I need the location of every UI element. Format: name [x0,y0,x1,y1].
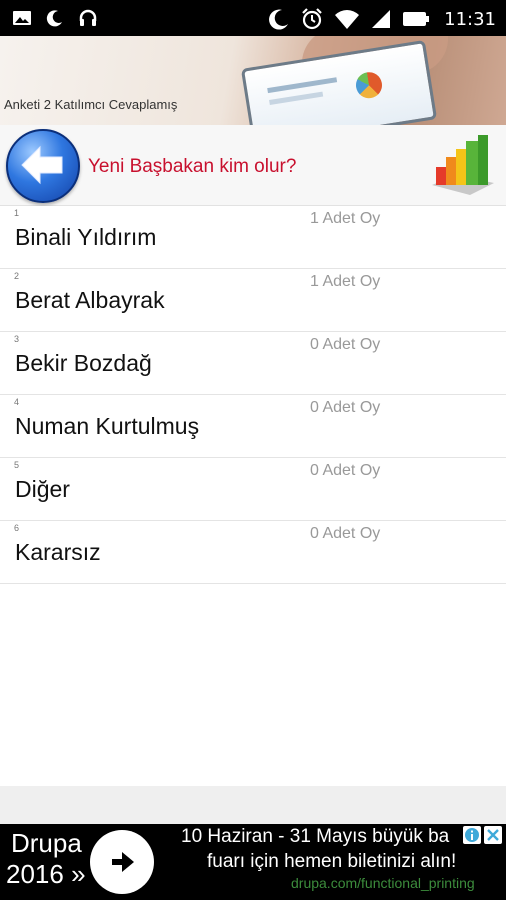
moon-icon [46,10,62,27]
wifi-icon [335,10,360,29]
option-votes: 1 Adet Oy [310,210,381,227]
option-name: Diğer [15,476,70,502]
signal-icon [372,10,391,28]
list-item[interactable]: 6 Kararsız 0 Adet Oy [0,521,506,584]
tablet-pie-chart [354,70,384,101]
participant-count-text: Anketi 2 Katılımcı Cevaplamış [4,97,178,112]
status-bar-left [12,8,98,28]
bottom-strip [0,786,506,824]
option-name: Bekir Bozdağ [15,350,152,376]
ad-go-button[interactable] [90,830,154,894]
option-index: 4 [14,397,20,407]
option-votes: 0 Adet Oy [310,336,381,353]
option-index: 5 [14,460,20,470]
banner-tablet-image [240,39,438,125]
status-bar: 11:31 [0,0,506,36]
alarm-icon [302,8,322,30]
option-index: 6 [14,523,20,533]
bar-chart-icon[interactable] [430,133,496,199]
option-index: 3 [14,334,20,344]
ad-url: drupa.com/functional_printing [291,875,475,891]
list-item[interactable]: 4 Numan Kurtulmuş 0 Adet Oy [0,395,506,458]
question-title: Yeni Başbakan kim olur? [88,156,297,177]
arrow-right-icon [112,852,134,872]
ad-banner[interactable]: Drupa 2016 » 10 Haziran - 31 Mayıs büyük… [0,824,506,900]
image-icon [13,11,31,25]
option-index: 1 [14,208,20,218]
ad-brand-name: Drupa [11,828,82,858]
battery-icon [403,12,430,26]
list-item[interactable]: 2 Berat Albayrak 1 Adet Oy [0,269,506,332]
survey-banner: Anketi 2 Katılımcı Cevaplamış [0,36,506,125]
tablet-bar [269,91,324,105]
option-votes: 0 Adet Oy [310,525,381,542]
question-header: Yeni Başbakan kim olur? [0,125,506,206]
tablet-bar [267,77,338,94]
ad-headline: 10 Haziran - 31 Mayıs büyük ba [181,826,450,847]
headset-icon [79,9,97,26]
status-bar-right: 11:31 [268,7,496,31]
ad-brand-year: 2016 » [6,859,86,889]
option-votes: 0 Adet Oy [310,399,381,416]
ad-info-button[interactable] [463,826,481,844]
option-votes: 1 Adet Oy [310,273,381,290]
option-name: Numan Kurtulmuş [15,413,200,439]
ad-subheadline: fuarı için hemen biletinizi alın! [207,851,457,872]
option-name: Berat Albayrak [15,287,165,313]
close-icon [487,829,499,841]
list-item[interactable]: 1 Binali Yıldırım 1 Adet Oy [0,206,506,269]
option-index: 2 [14,271,20,281]
info-icon [465,828,479,842]
back-button[interactable] [6,129,80,203]
option-name: Kararsız [15,539,101,565]
option-name: Binali Yıldırım [15,224,157,250]
ad-close-button[interactable] [484,826,502,844]
back-arrow-icon [21,145,63,185]
list-item[interactable]: 5 Diğer 0 Adet Oy [0,458,506,521]
clock: 11:31 [444,8,496,30]
moon-icon [269,9,289,30]
list-item[interactable]: 3 Bekir Bozdağ 0 Adet Oy [0,332,506,395]
option-votes: 0 Adet Oy [310,462,381,479]
